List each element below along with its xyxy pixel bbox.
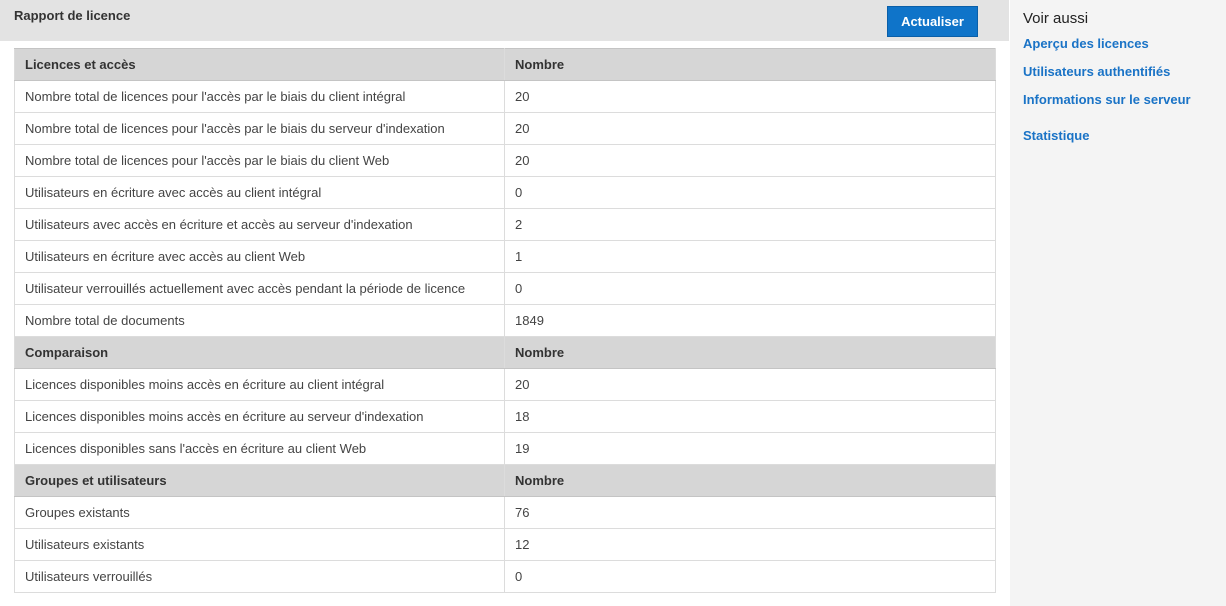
- main-content: Rapport de licence Actualiser Licences e…: [0, 0, 1010, 606]
- row-value: 0: [504, 272, 996, 305]
- row-value: 0: [504, 176, 996, 209]
- license-report-table: Licences et accès Nombre Nombre total de…: [14, 48, 996, 593]
- table-row: Utilisateurs en écriture avec accès au c…: [14, 176, 996, 209]
- section-heading: Groupes et utilisateurs: [14, 464, 505, 497]
- section-header-groupes-utilisateurs: Groupes et utilisateurs Nombre: [14, 464, 996, 497]
- section-heading: Comparaison: [14, 336, 505, 369]
- row-label: Nombre total de licences pour l'accès pa…: [14, 80, 505, 113]
- column-heading-count: Nombre: [504, 464, 996, 497]
- table-row: Nombre total de licences pour l'accès pa…: [14, 112, 996, 145]
- header-bar: Rapport de licence Actualiser: [0, 0, 1009, 41]
- table-row: Utilisateur verrouillés actuellement ave…: [14, 272, 996, 305]
- table-row: Nombre total de licences pour l'accès pa…: [14, 80, 996, 113]
- row-label: Utilisateurs en écriture avec accès au c…: [14, 240, 505, 273]
- row-value: 20: [504, 368, 996, 401]
- link-authenticated-users[interactable]: Utilisateurs authentifiés: [1023, 64, 1170, 79]
- row-label: Utilisateurs avec accès en écriture et a…: [14, 208, 505, 241]
- see-also-sidebar: Voir aussi Aperçu des licences Utilisate…: [1010, 0, 1226, 606]
- row-label: Nombre total de documents: [14, 304, 505, 337]
- row-value: 19: [504, 432, 996, 465]
- row-value: 20: [504, 144, 996, 177]
- row-label: Utilisateur verrouillés actuellement ave…: [14, 272, 505, 305]
- table-row: Utilisateurs existants 12: [14, 528, 996, 561]
- table-row: Licences disponibles sans l'accès en écr…: [14, 432, 996, 465]
- table-row: Groupes existants 76: [14, 496, 996, 529]
- row-value: 0: [504, 560, 996, 593]
- row-label: Utilisateurs en écriture avec accès au c…: [14, 176, 505, 209]
- row-label: Utilisateurs existants: [14, 528, 505, 561]
- column-heading-count: Nombre: [504, 48, 996, 81]
- table-row: Licences disponibles moins accès en écri…: [14, 368, 996, 401]
- table-row: Utilisateurs verrouillés 0: [14, 560, 996, 593]
- section-header-comparaison: Comparaison Nombre: [14, 336, 996, 369]
- link-statistics[interactable]: Statistique: [1023, 128, 1089, 143]
- row-value: 20: [504, 80, 996, 113]
- section-heading: Licences et accès: [14, 48, 505, 81]
- row-label: Licences disponibles moins accès en écri…: [14, 368, 505, 401]
- page-title: Rapport de licence: [14, 8, 131, 23]
- license-report-page: Rapport de licence Actualiser Licences e…: [0, 0, 1226, 606]
- sidebar-title: Voir aussi: [1023, 10, 1089, 27]
- table-row: Licences disponibles moins accès en écri…: [14, 400, 996, 433]
- row-value: 20: [504, 112, 996, 145]
- row-label: Utilisateurs verrouillés: [14, 560, 505, 593]
- table-row: Nombre total de licences pour l'accès pa…: [14, 144, 996, 177]
- row-label: Groupes existants: [14, 496, 505, 529]
- row-label: Nombre total de licences pour l'accès pa…: [14, 112, 505, 145]
- row-value: 2: [504, 208, 996, 241]
- column-heading-count: Nombre: [504, 336, 996, 369]
- row-value: 76: [504, 496, 996, 529]
- row-label: Nombre total de licences pour l'accès pa…: [14, 144, 505, 177]
- section-header-licences-acces: Licences et accès Nombre: [14, 48, 996, 81]
- row-value: 1849: [504, 304, 996, 337]
- row-label: Licences disponibles sans l'accès en écr…: [14, 432, 505, 465]
- link-server-information[interactable]: Informations sur le serveur: [1023, 92, 1191, 107]
- link-license-overview[interactable]: Aperçu des licences: [1023, 36, 1149, 51]
- row-value: 12: [504, 528, 996, 561]
- row-label: Licences disponibles moins accès en écri…: [14, 400, 505, 433]
- table-row: Nombre total de documents 1849: [14, 304, 996, 337]
- refresh-button[interactable]: Actualiser: [887, 6, 978, 37]
- row-value: 18: [504, 400, 996, 433]
- table-row: Utilisateurs avec accès en écriture et a…: [14, 208, 996, 241]
- table-row: Utilisateurs en écriture avec accès au c…: [14, 240, 996, 273]
- row-value: 1: [504, 240, 996, 273]
